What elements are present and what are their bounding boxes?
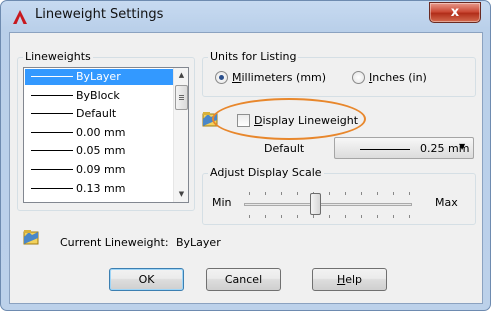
slider-tick	[249, 192, 250, 195]
slider-tick	[393, 215, 394, 218]
cancel-button[interactable]: Cancel	[206, 268, 281, 291]
units-group-label: Units for Listing	[208, 50, 299, 63]
slider-tick	[281, 192, 282, 195]
list-item[interactable]: ByLayer	[25, 69, 173, 85]
list-item-label: 0.13 mm	[76, 181, 126, 195]
current-lineweight-icon	[23, 230, 39, 245]
window-title: Lineweight Settings	[35, 7, 164, 22]
slider-tick	[345, 215, 346, 218]
list-item-label: ByLayer	[76, 70, 121, 83]
help-button[interactable]: Help	[312, 268, 387, 291]
list-item[interactable]: 0.09 mm	[25, 162, 173, 178]
ok-button[interactable]: OK	[109, 268, 184, 291]
list-item-label: Default	[76, 107, 117, 121]
lineweights-group-label: Lineweights	[23, 50, 93, 63]
close-icon: x	[450, 5, 460, 20]
lineweight-sample-line	[31, 94, 73, 96]
slider-tick	[361, 215, 362, 218]
lineweight-sample-line	[31, 187, 73, 189]
slider-tick	[361, 192, 362, 195]
scale-max-label: Max	[435, 196, 458, 209]
slider-tick	[297, 215, 298, 218]
slider-tick	[297, 192, 298, 195]
list-item[interactable]: 0.05 mm	[25, 143, 173, 159]
current-lineweight-value: ByLayer	[176, 236, 221, 249]
lineweight-settings-window: Lineweight Settings x Lineweights ByLaye…	[0, 0, 491, 311]
lineweight-sample-line	[31, 131, 73, 133]
lineweight-sample-line	[360, 149, 410, 150]
list-scrollbar[interactable]: ▲ ▼	[173, 68, 188, 202]
slider-tick	[393, 192, 394, 195]
list-item-label: ByBlock	[76, 88, 120, 102]
millimeters-label[interactable]: Millimeters (mm)	[232, 71, 326, 84]
close-button[interactable]: x	[429, 2, 481, 23]
inches-radio[interactable]	[352, 71, 365, 84]
list-item[interactable]: Default	[25, 106, 173, 122]
scale-min-label: Min	[212, 196, 232, 209]
list-item[interactable]: ByBlock	[25, 88, 173, 104]
slider-tick	[329, 192, 330, 195]
slider-tick	[377, 215, 378, 218]
slider-tick	[265, 192, 266, 195]
default-label: Default	[264, 142, 305, 155]
slider-tick	[345, 192, 346, 195]
display-lineweight-label[interactable]: Display Lineweight	[254, 114, 358, 127]
slider-tick	[281, 215, 282, 218]
slider-tick	[409, 215, 410, 218]
lineweight-sample-line	[31, 150, 73, 152]
slider-tick	[265, 215, 266, 218]
scroll-thumb[interactable]	[175, 85, 188, 110]
list-item[interactable]: 0.00 mm	[25, 125, 173, 141]
lineweight-sample-line	[31, 76, 73, 77]
lineweight-sample-line	[31, 169, 73, 170]
default-lineweight-select[interactable]: 0.25 mm ▼	[334, 137, 474, 159]
display-scale-group-label: Adjust Display Scale	[208, 166, 324, 179]
display-scale-slider-thumb[interactable]	[309, 193, 321, 215]
scroll-up-arrow-icon[interactable]: ▲	[174, 68, 188, 83]
slider-tick	[329, 215, 330, 218]
autocad-a-icon	[13, 10, 27, 24]
millimeters-radio[interactable]	[215, 71, 228, 84]
chevron-down-icon: ▼	[459, 142, 466, 151]
inches-label[interactable]: Inches (in)	[369, 71, 427, 84]
slider-tick	[249, 215, 250, 218]
slider-tick	[377, 192, 378, 195]
title-bar[interactable]: Lineweight Settings x	[1, 1, 490, 31]
list-item-label: 0.00 mm	[76, 125, 126, 139]
slider-tick	[409, 192, 410, 195]
display-lineweight-checkbox[interactable]	[237, 114, 250, 127]
scroll-down-arrow-icon[interactable]: ▼	[174, 187, 188, 202]
lineweight-sample-line	[31, 113, 73, 115]
list-item-label: 0.09 mm	[76, 163, 126, 176]
display-scale-slider-track[interactable]	[244, 203, 412, 206]
slider-tick	[313, 215, 314, 218]
list-item-label: 0.05 mm	[76, 144, 126, 158]
lineweights-list[interactable]: ByLayer ByBlock Default 0.00 mm 0.05 mm 0.09 …	[23, 67, 189, 203]
list-item[interactable]: 0.13 mm	[25, 181, 173, 197]
current-lineweight-label: Current Lineweight:	[60, 236, 169, 249]
